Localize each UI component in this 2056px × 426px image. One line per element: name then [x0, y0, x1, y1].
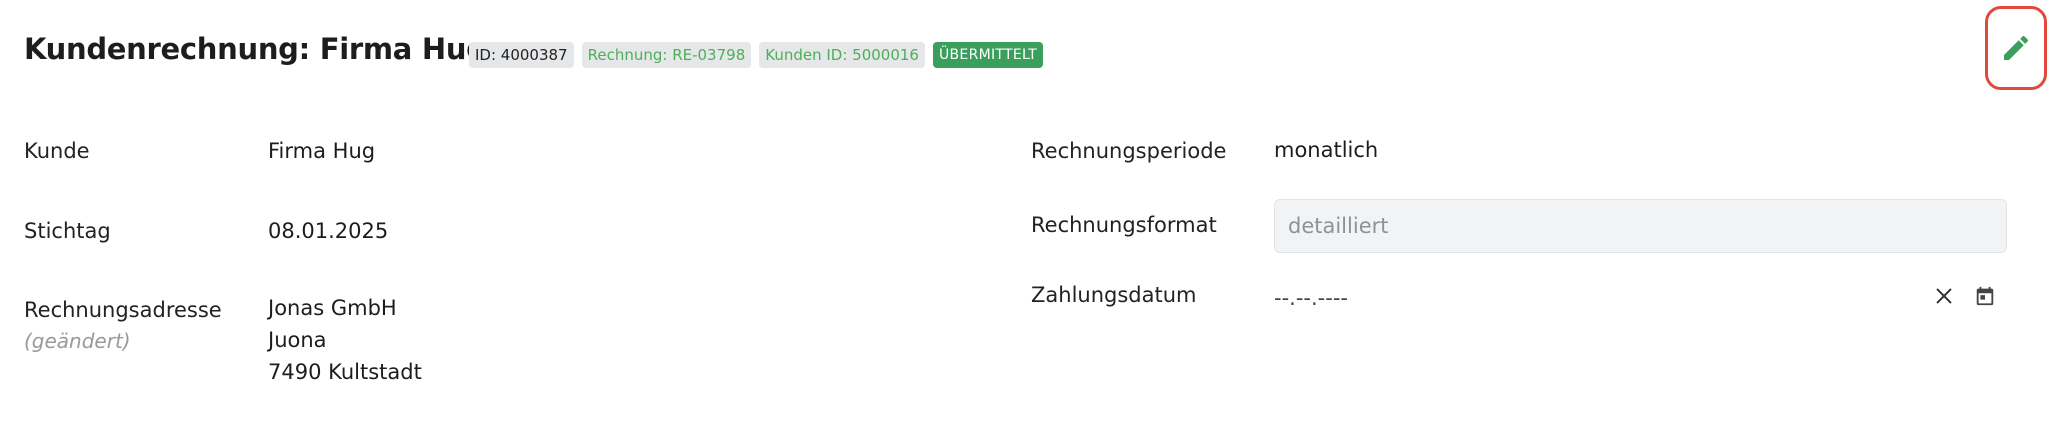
clear-date-button[interactable] [1928, 280, 1960, 312]
customer-label: Kunde [24, 139, 90, 163]
period-value: monatlich [1274, 138, 1379, 162]
date-label: Stichtag [24, 219, 111, 243]
address-line: 7490 Kultstadt [268, 360, 422, 384]
billing-address: Jonas GmbH Juona 7490 Kultstadt [268, 292, 422, 388]
customer-id-badge: Kunden ID: 5000016 [759, 42, 925, 68]
status-badge: ÜBERMITTELT [932, 42, 1044, 68]
address-line: Jonas GmbH [268, 296, 397, 320]
period-label: Rechnungsperiode [1031, 139, 1227, 163]
badge-group: ID: 4000387 Rechnung: RE-03798 Kunden ID… [469, 42, 1044, 68]
calendar-icon [1976, 286, 1994, 306]
edit-button[interactable] [1985, 6, 2047, 90]
billing-address-label: Rechnungsadresse [24, 298, 222, 322]
calendar-button[interactable] [1968, 279, 2002, 313]
payment-date-input[interactable] [1274, 280, 1874, 316]
customer-value: Firma Hug [268, 139, 376, 163]
format-field[interactable]: detailliert [1274, 199, 2007, 253]
format-label: Rechnungsformat [1031, 213, 1217, 237]
id-badge: ID: 4000387 [469, 42, 574, 68]
invoice-badge: Rechnung: RE-03798 [581, 42, 752, 68]
close-icon [1936, 288, 1952, 304]
page-title: Kundenrechnung: Firma Hug [24, 32, 487, 66]
payment-date-label: Zahlungsdatum [1031, 283, 1197, 307]
pencil-icon [2004, 35, 2029, 60]
date-value: 08.01.2025 [268, 219, 389, 243]
address-line: Juona [268, 328, 327, 352]
address-changed-note: (geändert) [24, 329, 131, 353]
